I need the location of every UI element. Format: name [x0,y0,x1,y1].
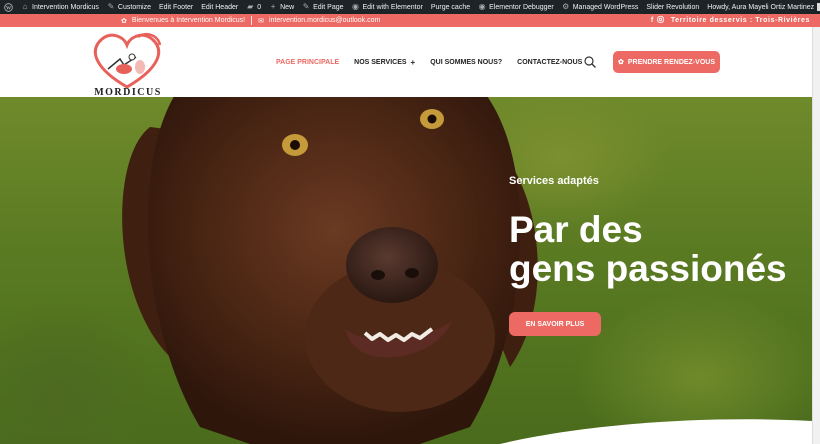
main-nav: PAGE PRINCIPALE NOS SERVICES + QUI SOMME… [276,58,597,67]
site-header: MORDICUS PAGE PRINCIPALE NOS SERVICES + … [0,27,812,98]
nav-qui-sommes-nous[interactable]: QUI SOMMES NOUS? [430,58,502,67]
wp-admin-bar: W ⌂ Intervention Mordicus ✎ Customize Edit… [0,0,820,14]
comment-icon: ▰ [247,2,254,11]
territory-text: Territoire desservis : Trois-Rivières [670,17,810,24]
admin-comments[interactable]: ▰ 0 [246,3,261,11]
admin-edit-header[interactable]: Edit Header [201,4,238,11]
hero-heading-line-2: gens passionés [509,248,787,289]
plus-icon: + [410,58,416,67]
book-appointment-button[interactable]: ✿ PRENDRE RENDEZ-VOUS [613,51,720,73]
admin-edit-elementor[interactable]: ◉ Edit with Elementor [352,3,423,11]
elementor-debugger-icon: ◉ [478,2,486,11]
page-scrollbar[interactable] [812,27,820,444]
section-wave-divider [500,419,812,444]
wordpress-logo-icon[interactable]: W [4,2,13,12]
learn-more-button[interactable]: EN SAVOIR PLUS [509,312,601,336]
admin-purge-cache[interactable]: Purge cache [431,4,470,11]
admin-edit-page[interactable]: ✎ Edit Page [302,2,344,11]
admin-edit-footer[interactable]: Edit Footer [159,4,193,11]
brush-icon: ✎ [107,2,115,11]
envelope-icon: ✉ [258,17,264,25]
admin-slider-revolution[interactable]: Slider Revolution [646,4,699,11]
hero-heading-line-1: Par des [509,209,643,250]
pencil-icon: ✎ [302,2,310,11]
top-info-bar: ✿ Bienvenues à Intervention Mordicus! ✉ … [0,14,820,27]
home-icon: ⌂ [22,2,28,11]
admin-customize[interactable]: ✎ Customize [107,3,151,11]
admin-managed-wordpress[interactable]: ⚙ Managed WordPress [562,2,638,11]
paw-icon: ✿ [121,17,127,25]
plus-icon: + [270,2,276,11]
admin-elementor-debugger[interactable]: ◉ Elementor Debugger [478,3,554,11]
nav-page-principale[interactable]: PAGE PRINCIPALE [276,58,339,67]
gear-icon: ⚙ [562,2,570,11]
search-icon[interactable] [584,56,596,68]
nav-nos-services[interactable]: NOS SERVICES + [354,58,415,67]
svg-text:W: W [6,5,12,11]
nav-contactez-nous[interactable]: CONTACTEZ-NOUS [517,58,582,67]
admin-howdy[interactable]: Howdy, Aura Mayeli Ortiz Martinez [707,4,814,11]
hero-section: Services adaptés Par des gens passionés … [0,97,812,444]
admin-site-name[interactable]: ⌂ Intervention Mordicus [21,3,99,11]
paw-icon: ✿ [618,59,624,66]
facebook-icon[interactable]: f [651,17,654,24]
admin-new[interactable]: + New [269,3,294,11]
welcome-message: ✿ Bienvenues à Intervention Mordicus! [121,17,246,25]
contact-email[interactable]: ✉ intervention.mordicus@outlook.com [258,17,380,25]
elementor-icon: ◉ [352,2,359,11]
hero-subtitle: Services adaptés [509,175,599,187]
divider [251,16,253,25]
hero-heading: Par des gens passionés [509,210,809,288]
instagram-icon[interactable] [657,16,664,25]
